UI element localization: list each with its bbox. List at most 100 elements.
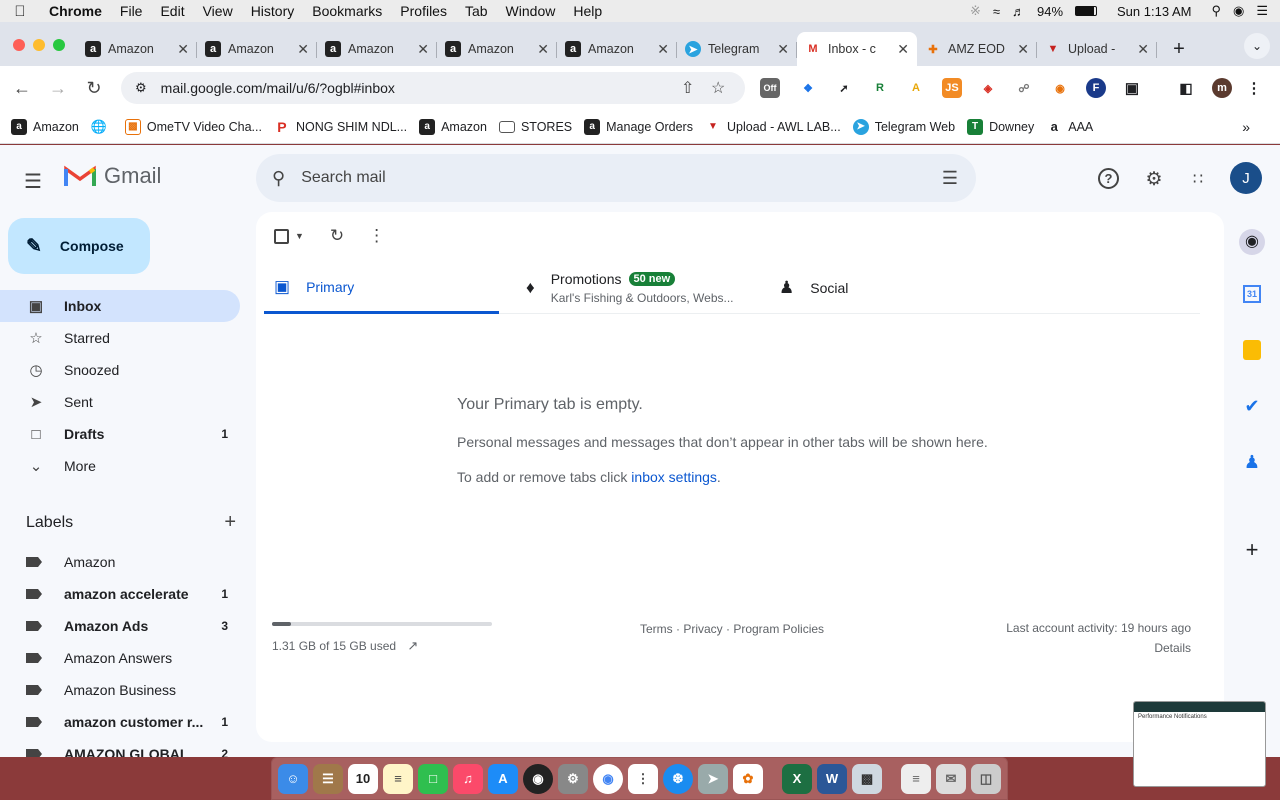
bluetooth-icon[interactable]: ※ [970, 3, 981, 19]
extension-icon[interactable]: F [1086, 78, 1106, 98]
control-center-icon[interactable]: ☰ [1256, 3, 1268, 19]
bookmark-item[interactable]: a Manage Orders [584, 118, 693, 135]
safari-icon[interactable]: ❆ [663, 763, 693, 794]
notes-icon[interactable]: ≡ [383, 763, 413, 794]
browser-tab[interactable]: ✚ AMZ EOD ✕ [917, 32, 1037, 66]
add-addon-icon[interactable]: + [1230, 528, 1274, 572]
extensions-puzzle-icon[interactable]: ▣ [1122, 78, 1142, 98]
menu-profiles[interactable]: Profiles [391, 3, 456, 19]
bookmark-item[interactable]: a Amazon [11, 118, 79, 135]
bookmark-folder[interactable]: STORES [498, 120, 572, 134]
browser-tab[interactable]: a Amazon ✕ [437, 32, 557, 66]
menu-app-name[interactable]: Chrome [40, 3, 111, 19]
menu-file[interactable]: File [111, 3, 152, 19]
spotlight-icon[interactable]: ⚲ [1211, 3, 1221, 19]
app-store-icon[interactable]: A [488, 763, 518, 794]
label-item[interactable]: amazon customer r... 1 [0, 706, 240, 738]
menu-view[interactable]: View [194, 3, 242, 19]
menu-history[interactable]: History [242, 3, 304, 19]
menu-bookmarks[interactable]: Bookmarks [303, 3, 391, 19]
clock[interactable]: Sun 1:13 AM [1117, 4, 1191, 19]
bookmark-item[interactable]: T Downey [967, 118, 1034, 135]
search-options-icon[interactable]: ☰ [942, 168, 958, 189]
browser-tab[interactable]: a Amazon ✕ [77, 32, 197, 66]
site-info-icon[interactable]: ⚙ [135, 80, 147, 96]
label-item[interactable]: Amazon [0, 546, 240, 578]
tab-primary[interactable]: ▣ Primary [264, 262, 499, 314]
extension-icon[interactable]: ➚ [834, 78, 854, 98]
label-item[interactable]: Amazon Ads 3 [0, 610, 240, 642]
extension-off-icon[interactable]: Off [760, 78, 780, 98]
bookmark-item[interactable]: ▩ OmeTV Video Cha... [124, 118, 262, 135]
browser-tab[interactable]: a Amazon ✕ [317, 32, 437, 66]
menu-help[interactable]: Help [564, 3, 611, 19]
select-all-checkbox[interactable] [274, 228, 289, 244]
bookmark-item[interactable]: P NONG SHIM NDL... [274, 119, 407, 135]
refresh-icon[interactable]: ↻ [330, 226, 344, 246]
calendar-app-icon[interactable]: 10 [348, 763, 378, 794]
browser-tab[interactable]: a Amazon ✕ [197, 32, 317, 66]
excel-icon[interactable]: X [782, 763, 812, 794]
tab-promotions[interactable]: ♦ Promotions 50 new Karl's Fishing & Outd… [526, 262, 756, 314]
search-icon[interactable]: ⚲ [272, 168, 285, 189]
close-tab-icon[interactable]: ✕ [537, 41, 549, 58]
reminders-icon[interactable]: ⋮ [628, 763, 658, 794]
close-window-button[interactable] [13, 39, 25, 51]
browser-tab-active[interactable]: M Inbox - c ✕ [797, 32, 917, 66]
music-icon[interactable]: ♫ [453, 763, 483, 794]
extension-icon[interactable]: ☍ [1014, 78, 1034, 98]
notes-brown-icon[interactable]: ☰ [313, 763, 343, 794]
share-icon[interactable]: ⇧ [681, 78, 694, 98]
select-dropdown-icon[interactable]: ▼ [295, 231, 304, 241]
url-text[interactable]: mail.google.com/mail/u/6/?ogbl#inbox [161, 80, 395, 96]
battery-icon[interactable] [1075, 6, 1098, 16]
account-avatar[interactable]: J [1230, 162, 1262, 194]
close-tab-icon[interactable]: ✕ [297, 41, 309, 58]
forward-button[interactable]: → [40, 78, 76, 99]
close-tab-icon[interactable]: ✕ [657, 41, 669, 58]
inbox-settings-link[interactable]: inbox settings [631, 469, 717, 485]
wifi-icon[interactable]: ≈ [993, 4, 1000, 19]
keep-icon[interactable] [1230, 328, 1274, 372]
back-button[interactable]: ← [4, 78, 40, 99]
word-icon[interactable]: W [817, 763, 847, 794]
details-link[interactable]: Details [1006, 638, 1191, 658]
extension-icon[interactable]: ❖ [798, 78, 818, 98]
search-bar[interactable]: ⚲ Search mail ☰ [256, 154, 976, 202]
browser-tab[interactable]: ➤ Telegram ✕ [677, 32, 797, 66]
trash-icon[interactable]: ◫ [971, 763, 1001, 794]
add-label-icon[interactable]: + [224, 511, 236, 534]
apple-icon[interactable]:  [0, 3, 40, 20]
gmail-logo[interactable]: Gmail [64, 163, 161, 189]
main-menu-icon[interactable]: ☰ [24, 169, 42, 194]
bookmark-star-icon[interactable]: ☆ [711, 78, 725, 98]
sidebar-item-more[interactable]: ⌄ More [0, 450, 240, 482]
tasks-icon[interactable]: ✔ [1230, 384, 1274, 428]
more-options-icon[interactable]: ⋮ [368, 226, 385, 246]
close-tab-icon[interactable]: ✕ [777, 41, 789, 58]
sidebar-item-snoozed[interactable]: ◷ Snoozed [0, 354, 240, 386]
zoom-window-button[interactable] [53, 39, 65, 51]
document-icon[interactable]: ≡ [901, 763, 931, 794]
new-tab-button[interactable]: + [1165, 35, 1193, 63]
close-tab-icon[interactable]: ✕ [177, 41, 189, 58]
siri-app-icon[interactable]: ◉ [523, 763, 553, 794]
tab-search-button[interactable]: ⌄ [1244, 33, 1270, 59]
close-tab-icon[interactable]: ✕ [417, 41, 429, 58]
extension-icon[interactable]: JS [942, 78, 962, 98]
address-bar[interactable]: ⚙ mail.google.com/mail/u/6/?ogbl#inbox ⇧… [121, 72, 745, 104]
menu-tab[interactable]: Tab [456, 3, 497, 19]
chrome-icon[interactable]: ◉ [593, 763, 623, 794]
menu-edit[interactable]: Edit [151, 3, 193, 19]
search-input[interactable]: Search mail [301, 169, 385, 187]
tab-social[interactable]: ♟ Social [779, 262, 979, 314]
bookmark-item[interactable]: ▼ Upload - AWL LAB... [705, 119, 841, 135]
system-settings-icon[interactable]: ⚙ [558, 763, 588, 794]
extension-icon[interactable]: A [906, 78, 926, 98]
finder-icon[interactable]: ☺ [278, 763, 308, 794]
launchpad-icon[interactable]: ➤ [698, 763, 728, 794]
screenshot-thumbnail[interactable]: Performance Notifications [1133, 701, 1266, 787]
close-tab-icon[interactable]: ✕ [1017, 41, 1029, 58]
settings-gear-icon[interactable]: ⚙ [1142, 167, 1166, 191]
close-tab-icon[interactable]: ✕ [897, 41, 909, 58]
